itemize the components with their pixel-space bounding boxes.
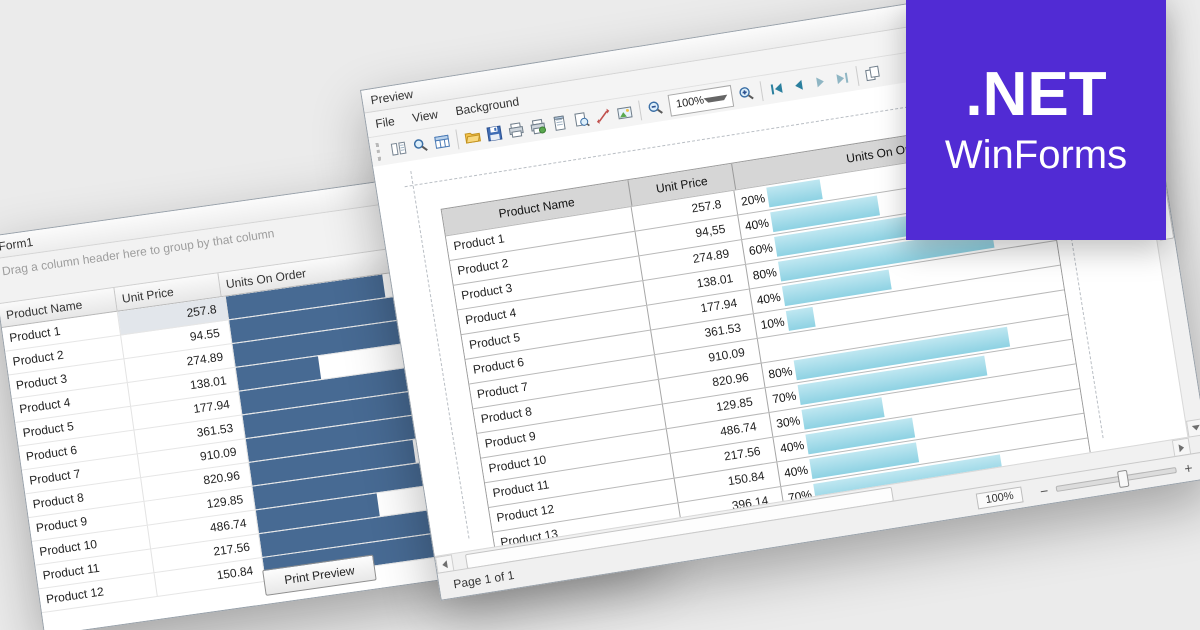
menu-file[interactable]: File xyxy=(365,110,405,136)
percent-label: 10% xyxy=(759,310,786,336)
zoom-out-button[interactable]: − xyxy=(1035,482,1053,500)
percent-label: 60% xyxy=(747,236,774,262)
preview-window-title: Preview xyxy=(370,87,414,108)
customize-icon[interactable] xyxy=(430,129,455,154)
stage: Form1 Drag a column header here to group… xyxy=(0,0,1200,630)
dotnet-logo-text: .NET xyxy=(965,62,1106,127)
percent-label: 70% xyxy=(771,384,798,410)
zoom-in-icon[interactable] xyxy=(734,81,759,106)
picture-icon[interactable] xyxy=(612,100,637,125)
toolbar-separator xyxy=(855,66,859,86)
zoom-in-button[interactable]: + xyxy=(1179,459,1197,477)
percent-label: 20% xyxy=(739,187,766,213)
percent-label: 30% xyxy=(775,409,802,435)
chevron-down-icon xyxy=(704,94,728,103)
toolbar-separator xyxy=(760,81,764,101)
toolbar-separator xyxy=(455,129,459,149)
percent-label: 40% xyxy=(755,285,782,311)
percent-label: 80% xyxy=(767,359,794,385)
grid-window-title: Form1 xyxy=(0,235,34,254)
multi-page-icon[interactable] xyxy=(860,61,885,86)
winforms-label: WinForms xyxy=(945,133,1127,178)
dotnet-badge: .NET WinForms xyxy=(906,0,1166,240)
units-bar xyxy=(786,307,816,331)
scroll-down-button[interactable] xyxy=(1186,418,1200,437)
toolbar-separator xyxy=(638,100,642,120)
nav-last-icon[interactable] xyxy=(830,66,855,91)
percent-label: 40% xyxy=(778,434,805,460)
zoom-combobox-value: 100% xyxy=(669,94,705,111)
zoom-percentage-label: 100% xyxy=(976,486,1024,509)
zoom-out-icon[interactable] xyxy=(643,95,668,120)
percent-label: 80% xyxy=(751,261,778,287)
percent-label: 40% xyxy=(743,211,770,237)
toolbar-grip[interactable] xyxy=(376,142,385,161)
percent-label: 40% xyxy=(782,458,809,484)
page-info: Page 1 of 1 xyxy=(439,568,516,594)
menu-view[interactable]: View xyxy=(402,103,448,130)
zoom-slider-thumb[interactable] xyxy=(1117,470,1130,488)
